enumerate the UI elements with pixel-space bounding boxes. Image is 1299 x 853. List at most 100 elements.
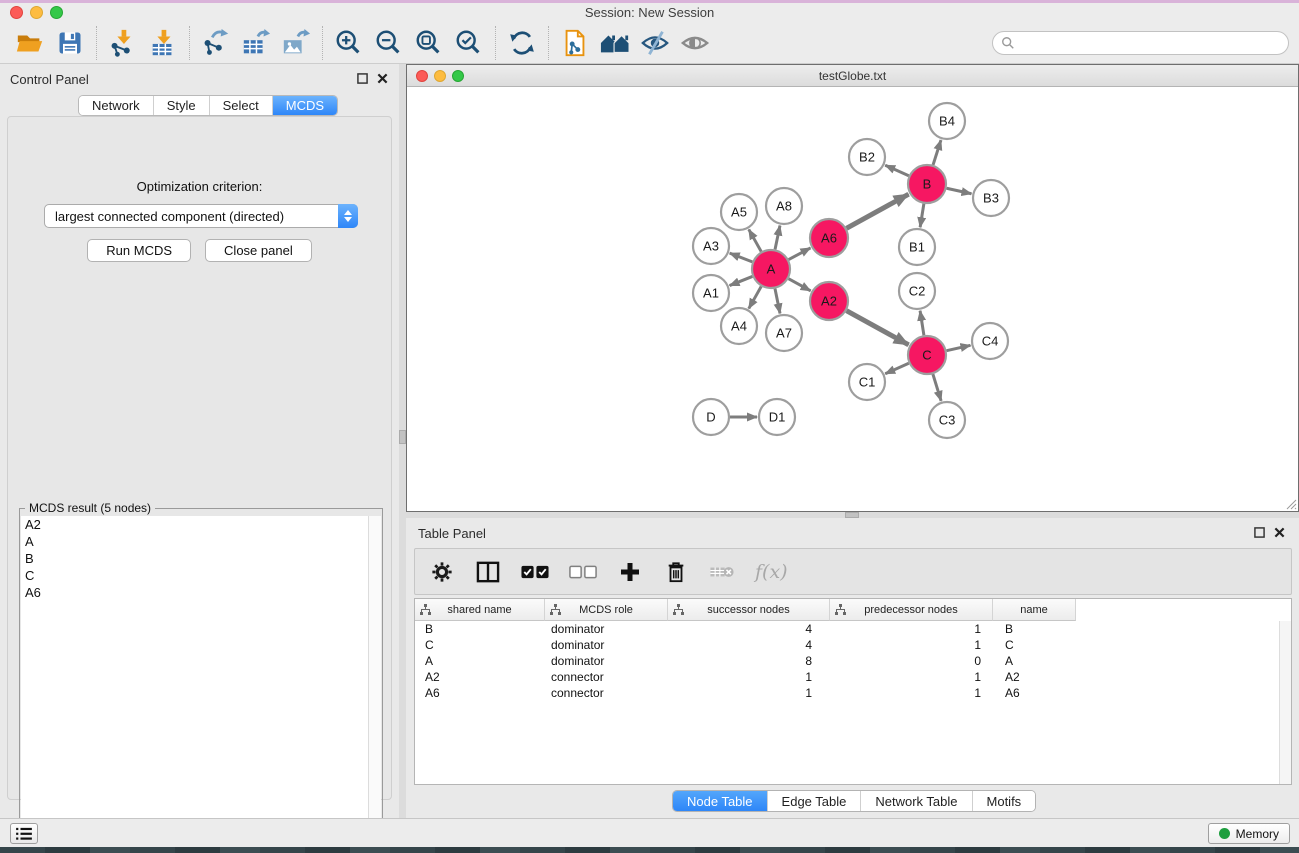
graph-edge-C-C1[interactable] — [885, 363, 909, 374]
tab-motifs[interactable]: Motifs — [973, 791, 1036, 811]
vertical-splitter[interactable] — [399, 64, 406, 818]
cell-successor-nodes[interactable]: 1 — [668, 670, 830, 684]
new-network-from-selection-button[interactable] — [555, 25, 595, 61]
search-input[interactable] — [1015, 33, 1288, 53]
table-row[interactable]: B dominator 4 1 B — [415, 621, 1291, 637]
cell-shared-name[interactable]: B — [415, 622, 545, 636]
refresh-button[interactable] — [502, 25, 542, 61]
table-row[interactable]: C dominator 4 1 C — [415, 637, 1291, 653]
close-table-panel-button[interactable] — [1273, 526, 1286, 539]
optimization-criterion-select[interactable]: largest connected component (directed) — [44, 204, 358, 228]
result-item[interactable]: B — [21, 550, 381, 567]
resize-grip[interactable] — [1285, 498, 1297, 510]
cell-mcds-role[interactable]: dominator — [545, 638, 668, 652]
column-header-shared-name[interactable]: shared name — [415, 599, 545, 621]
hide-selection-button[interactable] — [635, 25, 675, 61]
mcds-result-list[interactable]: A2 A B C A6 — [21, 516, 381, 847]
cell-name[interactable]: A6 — [993, 686, 1076, 700]
table-scrollbar[interactable] — [1279, 621, 1291, 784]
tab-select[interactable]: Select — [210, 96, 273, 115]
delete-table-button[interactable] — [709, 557, 735, 587]
cell-successor-nodes[interactable]: 4 — [668, 622, 830, 636]
delete-column-button[interactable] — [663, 557, 689, 587]
cell-name[interactable]: B — [993, 622, 1076, 636]
cell-predecessor-nodes[interactable]: 1 — [830, 638, 993, 652]
graph-edge-A-A4[interactable] — [749, 286, 761, 308]
cell-mcds-role[interactable]: dominator — [545, 622, 668, 636]
result-item[interactable]: A6 — [21, 584, 381, 601]
table-row[interactable]: A dominator 8 0 A — [415, 653, 1291, 669]
graph-edge-B-B1[interactable] — [920, 204, 924, 227]
run-mcds-button[interactable]: Run MCDS — [87, 239, 191, 262]
zoom-selected-button[interactable] — [449, 25, 489, 61]
export-table-button[interactable] — [236, 25, 276, 61]
tab-node-table[interactable]: Node Table — [673, 791, 768, 811]
memory-button[interactable]: Memory — [1208, 823, 1290, 844]
column-header-predecessor-nodes[interactable]: predecessor nodes — [830, 599, 993, 621]
split-view-button[interactable] — [475, 557, 501, 587]
tab-mcds[interactable]: MCDS — [273, 96, 337, 115]
add-column-button[interactable] — [617, 557, 643, 587]
cell-successor-nodes[interactable]: 1 — [668, 686, 830, 700]
tab-network[interactable]: Network — [79, 96, 154, 115]
graph-edge-A-A6[interactable] — [789, 248, 811, 260]
result-scrollbar[interactable] — [368, 516, 381, 847]
function-builder-button[interactable]: f(x) — [755, 557, 788, 587]
cell-name[interactable]: A2 — [993, 670, 1076, 684]
cell-shared-name[interactable]: A6 — [415, 686, 545, 700]
cell-successor-nodes[interactable]: 4 — [668, 638, 830, 652]
graph-edge-A-A2[interactable] — [789, 279, 811, 291]
graph-edge-A-A5[interactable] — [749, 229, 761, 251]
column-header-name[interactable]: name — [993, 599, 1076, 621]
close-panel-button-mcds[interactable]: Close panel — [205, 239, 312, 262]
graph-edge-B-B4[interactable] — [933, 140, 941, 165]
cell-successor-nodes[interactable]: 8 — [668, 654, 830, 668]
cell-shared-name[interactable]: A — [415, 654, 545, 668]
deselect-all-button[interactable] — [569, 557, 597, 587]
graph-edge-B-B2[interactable] — [885, 165, 909, 176]
zoom-in-button[interactable] — [329, 25, 369, 61]
tab-edge-table[interactable]: Edge Table — [768, 791, 862, 811]
float-panel-button[interactable] — [356, 72, 369, 85]
network-graph[interactable]: B4B2BB3A5A8A6A3AB1A1A2C2A4A7C4CC1DD1C3 — [407, 87, 1298, 511]
import-network-button[interactable] — [103, 25, 143, 61]
first-neighbors-button[interactable] — [595, 25, 635, 61]
tab-network-table[interactable]: Network Table — [861, 791, 972, 811]
float-table-panel-button[interactable] — [1253, 526, 1266, 539]
export-image-button[interactable] — [276, 25, 316, 61]
cell-predecessor-nodes[interactable]: 1 — [830, 686, 993, 700]
select-all-button[interactable] — [521, 557, 549, 587]
close-panel-button[interactable] — [376, 72, 389, 85]
graph-edge-C-C2[interactable] — [920, 311, 924, 335]
cell-name[interactable]: A — [993, 654, 1076, 668]
cell-predecessor-nodes[interactable]: 1 — [830, 622, 993, 636]
network-window-titlebar[interactable]: testGlobe.txt — [407, 65, 1298, 87]
graph-edge-A-A8[interactable] — [775, 226, 780, 250]
cell-predecessor-nodes[interactable]: 0 — [830, 654, 993, 668]
network-canvas[interactable]: B4B2BB3A5A8A6A3AB1A1A2C2A4A7C4CC1DD1C3 — [407, 87, 1298, 511]
export-network-button[interactable] — [196, 25, 236, 61]
search-field[interactable] — [992, 31, 1289, 55]
tab-style[interactable]: Style — [154, 96, 210, 115]
column-settings-button[interactable] — [429, 557, 455, 587]
cell-shared-name[interactable]: A2 — [415, 670, 545, 684]
result-item[interactable]: A — [21, 533, 381, 550]
graph-edge-A-A7[interactable] — [775, 289, 780, 314]
show-log-button[interactable] — [10, 823, 38, 844]
column-header-mcds-role[interactable]: MCDS role — [545, 599, 668, 621]
cell-predecessor-nodes[interactable]: 1 — [830, 670, 993, 684]
cell-shared-name[interactable]: C — [415, 638, 545, 652]
zoom-fit-button[interactable] — [409, 25, 449, 61]
cell-mcds-role[interactable]: connector — [545, 686, 668, 700]
open-session-button[interactable] — [10, 25, 50, 61]
result-item[interactable]: C — [21, 567, 381, 584]
splitter-handle[interactable] — [399, 430, 406, 444]
graph-edge-A-A1[interactable] — [730, 276, 753, 285]
graph-edge-A6-B[interactable] — [847, 194, 909, 228]
cell-mcds-role[interactable]: dominator — [545, 654, 668, 668]
graph-edge-A2-C[interactable] — [847, 311, 909, 345]
graph-edge-C-C4[interactable] — [947, 345, 971, 350]
cell-mcds-role[interactable]: connector — [545, 670, 668, 684]
graph-edge-B-B3[interactable] — [947, 188, 972, 193]
table-row[interactable]: A6 connector 1 1 A6 — [415, 685, 1291, 701]
